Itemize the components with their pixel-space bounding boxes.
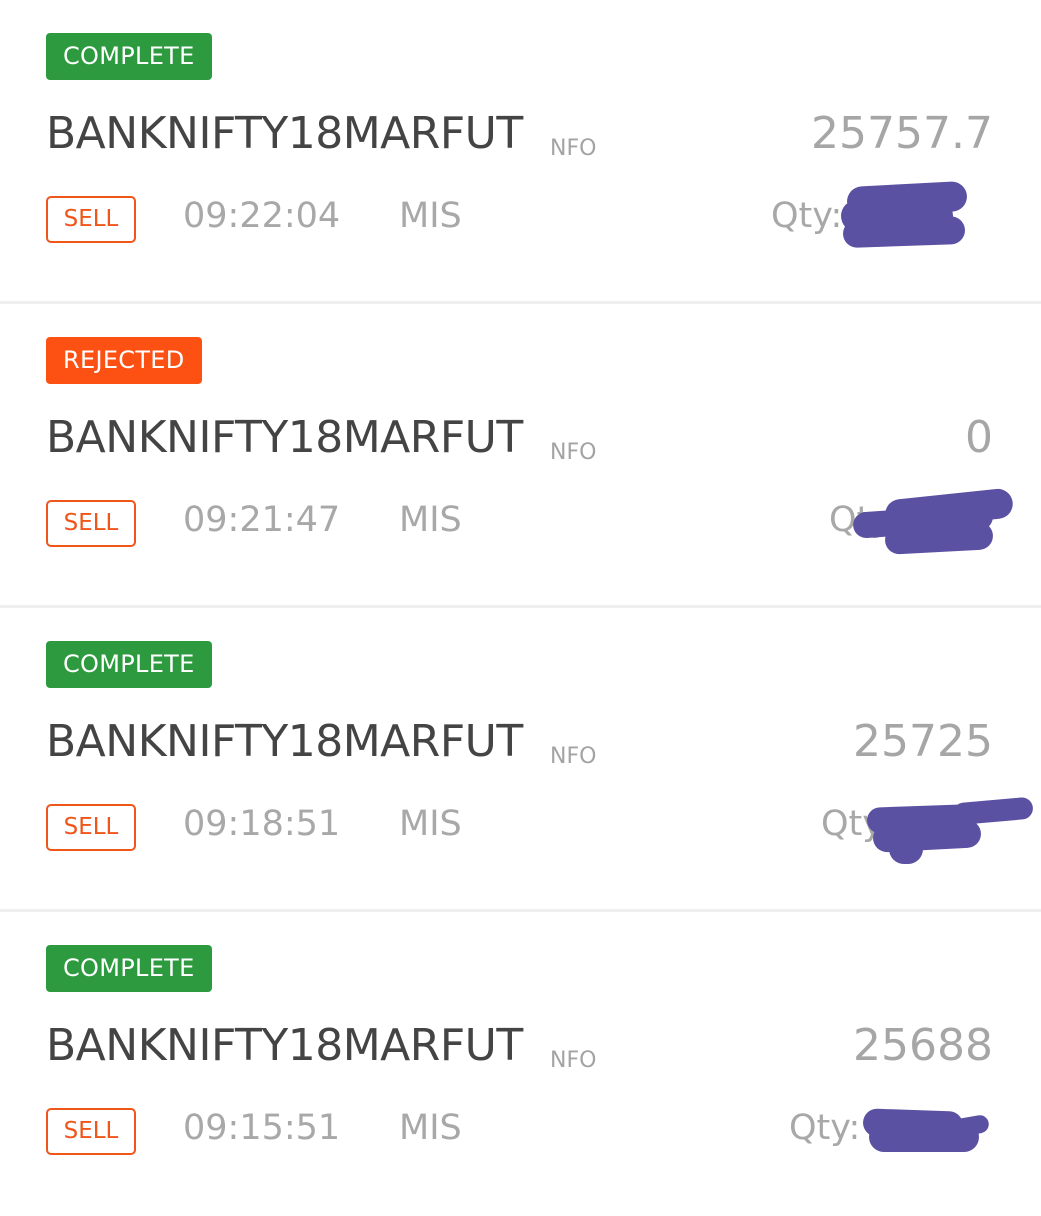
transaction-type-badge: SELL: [46, 196, 136, 243]
order-time: 09:15:51: [183, 1108, 341, 1148]
exchange-label: NFO: [550, 440, 597, 465]
order-list: COMPLETE BANKNIFTY18MARFUT NFO 25757.7 S…: [0, 0, 1041, 1216]
trading-symbol: BANKNIFTY18MARFUT: [46, 108, 523, 159]
order-item[interactable]: COMPLETE BANKNIFTY18MARFUT NFO 25688 SEL…: [0, 912, 1041, 1216]
order-price: 25757.7: [811, 108, 993, 159]
order-item[interactable]: REJECTED BANKNIFTY18MARFUT NFO 0 SELL 09…: [0, 304, 1041, 608]
transaction-type-badge: SELL: [46, 804, 136, 851]
order-price: 25688: [853, 1020, 993, 1071]
trading-symbol: BANKNIFTY18MARFUT: [46, 1020, 523, 1071]
status-badge: COMPLETE: [46, 33, 212, 80]
order-time: 09:22:04: [183, 196, 341, 236]
exchange-label: NFO: [550, 136, 597, 161]
order-time: 09:18:51: [183, 804, 341, 844]
order-price: 25725: [853, 716, 993, 767]
order-quantity: Qty:: [789, 1108, 1019, 1158]
order-quantity: Qty:: [803, 796, 1034, 864]
trading-symbol: BANKNIFTY18MARFUT: [46, 716, 523, 767]
product-type: MIS: [399, 804, 462, 844]
product-type: MIS: [399, 196, 462, 236]
transaction-type-badge: SELL: [46, 500, 136, 547]
qty-label: Qty:: [771, 196, 843, 236]
transaction-type-badge: SELL: [46, 1108, 136, 1155]
order-item[interactable]: COMPLETE BANKNIFTY18MARFUT NFO 25725 SEL…: [0, 608, 1041, 912]
product-type: MIS: [399, 1108, 462, 1148]
exchange-label: NFO: [550, 1048, 597, 1073]
qty-label: Qty:: [789, 1108, 861, 1148]
order-item[interactable]: COMPLETE BANKNIFTY18MARFUT NFO 25757.7 S…: [0, 0, 1041, 304]
order-quantity: Qty:: [771, 180, 1001, 249]
status-badge: COMPLETE: [46, 945, 212, 992]
order-quantity: Qty:: [789, 487, 1019, 555]
order-price: 0: [965, 412, 993, 463]
order-time: 09:21:47: [183, 500, 341, 540]
status-badge: COMPLETE: [46, 641, 212, 688]
trading-symbol: BANKNIFTY18MARFUT: [46, 412, 523, 463]
product-type: MIS: [399, 500, 462, 540]
exchange-label: NFO: [550, 744, 597, 769]
status-badge: REJECTED: [46, 337, 202, 384]
